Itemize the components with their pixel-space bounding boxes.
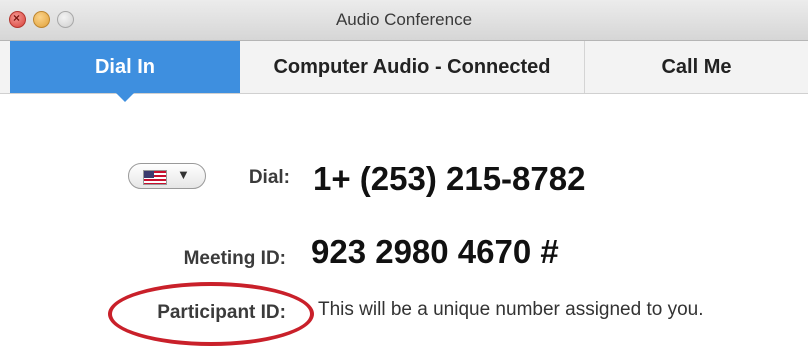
chevron-down-icon: ▼: [177, 167, 190, 182]
country-selector[interactable]: ▼: [128, 163, 206, 189]
meeting-id-label: Meeting ID:: [183, 248, 286, 269]
window-title: Audio Conference: [335, 10, 473, 29]
meeting-id-value: 923 2980 4670 #: [311, 233, 559, 270]
us-flag-icon: [143, 170, 167, 185]
active-tab-pointer: [116, 93, 134, 102]
audio-tabs: Dial In Computer Audio - Connected Call …: [0, 41, 808, 94]
dial-number: 1+ (253) 215-8782: [313, 160, 586, 197]
participant-id-note: This will be a unique number assigned to…: [318, 299, 704, 320]
tab-call-me[interactable]: Call Me: [585, 41, 808, 93]
tab-dial-in[interactable]: Dial In: [10, 41, 240, 93]
annotation-circle: [108, 282, 314, 346]
tab-computer-audio[interactable]: Computer Audio - Connected: [240, 41, 585, 93]
dial-label: Dial:: [248, 167, 290, 188]
title-bar: × Audio Conference: [0, 0, 808, 41]
